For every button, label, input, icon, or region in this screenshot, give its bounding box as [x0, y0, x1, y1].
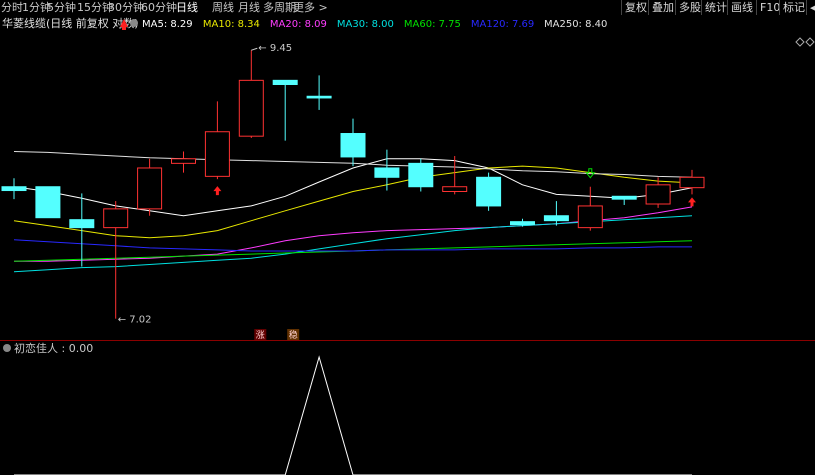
- tab-period-6[interactable]: 日线: [176, 1, 198, 15]
- toolbar-button-2[interactable]: 多股: [675, 0, 704, 15]
- candle-body-16: [543, 215, 569, 222]
- indicator-panel: 初恋佳人 : 0.00: [0, 341, 815, 475]
- candle-body-13: [442, 186, 468, 192]
- legend-ma5: MA5: 8.29: [142, 19, 193, 30]
- min-price-label: ← 7.02: [118, 315, 152, 326]
- candle-body-6: [204, 131, 230, 177]
- settings-toggle-icon[interactable]: [130, 19, 138, 27]
- legend-ma10: MA10: 8.34: [203, 19, 260, 30]
- tab-period-10[interactable]: 更多 >: [293, 1, 328, 15]
- candle-body-15: [510, 221, 535, 226]
- legend-ma250: MA250: 8.40: [544, 19, 607, 30]
- candle-body-7: [238, 79, 264, 137]
- legend-ma120: MA120: 7.69: [471, 19, 534, 30]
- candle-body-2: [69, 219, 95, 229]
- candle-body-8: [272, 79, 298, 85]
- tab-period-2[interactable]: 5分钟: [47, 1, 76, 15]
- max-price-label: ← 9.45: [258, 43, 292, 54]
- candle-body-12: [408, 162, 434, 188]
- tab-period-8[interactable]: 月线: [238, 1, 260, 15]
- candle-body-10: [340, 133, 366, 158]
- candle-body-20: [679, 176, 705, 189]
- candle-body-1: [35, 186, 61, 219]
- indicator-background: [0, 341, 815, 475]
- candle-body-9: [306, 95, 332, 99]
- candlestick-chart: ← 9.45 ← 7.02 涨 稳 华菱线缆(日线 前复权 对数) MA5: 8.29 MA…: [0, 16, 815, 341]
- badge-steady: 稳: [289, 329, 298, 341]
- tab-period-4[interactable]: 30分钟: [108, 1, 144, 15]
- candle-body-4: [137, 167, 163, 210]
- tab-period-5[interactable]: 60分钟: [141, 1, 177, 15]
- toolbar-button-7[interactable]: ◀: [806, 0, 815, 15]
- indicator-legend: 初恋佳人 : 0.00: [14, 341, 93, 355]
- candle-body-0: [1, 186, 27, 192]
- stock-title: 华菱线缆(日线 前复权 对数): [2, 16, 139, 30]
- tab-period-0[interactable]: 分时: [1, 1, 23, 15]
- period-toolbar: 分时 1分钟 5分钟 15分钟 30分钟 60分钟 日线 周线 月线 多周期 更多 > 复权 叠加 多股统…: [0, 0, 815, 17]
- toolbar-button-4[interactable]: 画线: [727, 0, 756, 15]
- candle-body-11: [374, 167, 400, 178]
- candle-body-17: [577, 205, 603, 229]
- toolbar-button-6[interactable]: 标记: [779, 0, 808, 15]
- legend-ma20: MA20: 8.09: [270, 19, 327, 30]
- tab-period-9[interactable]: 多周期: [263, 1, 296, 15]
- toolbar-button-0[interactable]: 复权: [621, 0, 650, 15]
- indicator-toggle-icon[interactable]: [3, 344, 11, 352]
- badge-rise: 涨: [256, 330, 265, 341]
- candle-body-14: [476, 176, 502, 207]
- candle-body-18: [611, 195, 637, 200]
- candle-body-5: [171, 158, 196, 164]
- candle-body-19: [645, 184, 671, 205]
- candle-body-3: [103, 208, 129, 229]
- toolbar-button-3[interactable]: 统计: [701, 0, 730, 15]
- legend-ma60: MA60: 7.75: [404, 19, 461, 30]
- tab-period-7[interactable]: 周线: [212, 1, 234, 15]
- toolbar-button-1[interactable]: 叠加: [648, 0, 677, 15]
- legend-ma30: MA30: 8.00: [337, 19, 394, 30]
